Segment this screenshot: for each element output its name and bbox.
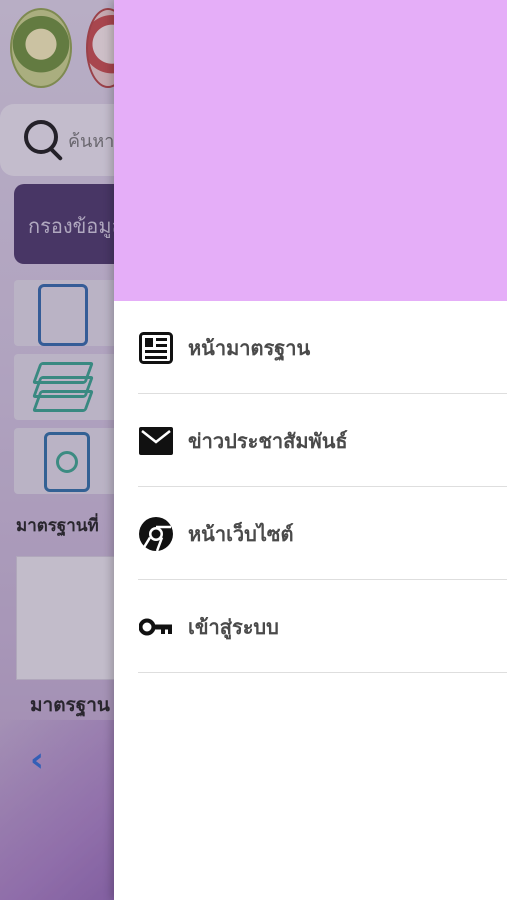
drawer-item-website[interactable]: หน้าเว็บไซต์ xyxy=(114,487,507,580)
drawer-item-label: เข้าสู่ระบบ xyxy=(188,614,279,639)
mail-icon xyxy=(138,423,174,459)
drawer-header xyxy=(114,0,507,301)
newspaper-icon xyxy=(138,330,174,366)
drawer-item-standards[interactable]: หน้ามาตรฐาน xyxy=(114,301,507,394)
navigation-drawer: หน้ามาตรฐาน ข่าวประชาสัมพันธ์ หน้าเว็บไซ… xyxy=(114,0,507,900)
drawer-item-login[interactable]: เข้าสู่ระบบ xyxy=(114,580,507,673)
drawer-menu: หน้ามาตรฐาน ข่าวประชาสัมพันธ์ หน้าเว็บไซ… xyxy=(114,301,507,673)
key-icon xyxy=(138,609,174,645)
drawer-item-label: หน้าเว็บไซต์ xyxy=(188,521,294,546)
drawer-item-label: หน้ามาตรฐาน xyxy=(188,335,311,360)
drawer-item-news[interactable]: ข่าวประชาสัมพันธ์ xyxy=(114,394,507,487)
chrome-icon xyxy=(138,516,174,552)
divider xyxy=(138,672,507,673)
drawer-item-label: ข่าวประชาสัมพันธ์ xyxy=(188,428,348,453)
